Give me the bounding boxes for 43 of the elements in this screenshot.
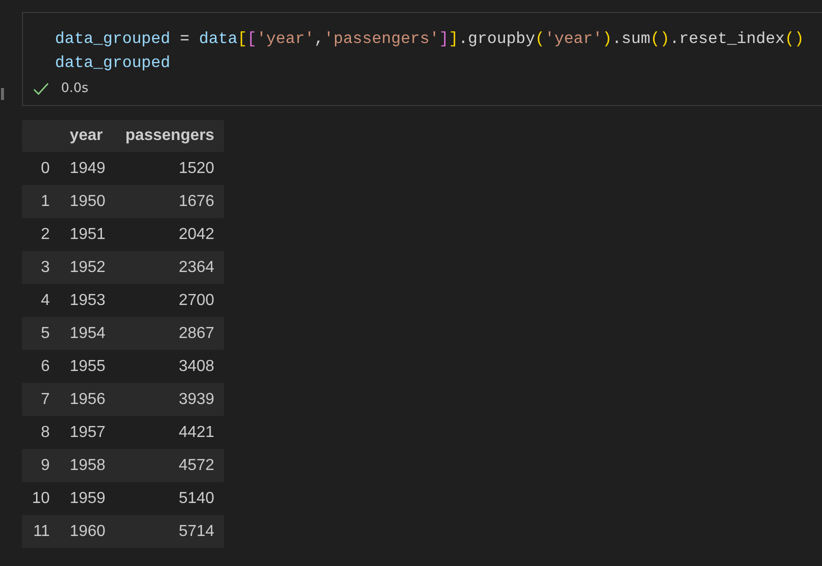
execution-time: 0.0s: [61, 81, 88, 96]
table-cell: 1951: [60, 218, 116, 251]
table-cell: 1955: [60, 350, 116, 383]
row-index: 2: [22, 218, 60, 251]
table-cell: 1950: [60, 185, 116, 218]
table-cell: 4572: [115, 449, 224, 482]
row-index: 0: [22, 152, 60, 185]
table-cell: 2364: [115, 251, 224, 284]
table-cell: 1676: [115, 185, 224, 218]
table-cell: 5140: [115, 482, 224, 515]
table-cell: 1956: [60, 383, 116, 416]
column-header: year: [60, 120, 116, 152]
row-index: 4: [22, 284, 60, 317]
row-index: 3: [22, 251, 60, 284]
code-cell[interactable]: data_grouped = data[['year','passengers']].groupby('year').sum().reset_index() data_grouped 0.0s: [22, 12, 822, 106]
table-cell: 2042: [115, 218, 224, 251]
table-cell: 1954: [60, 317, 116, 350]
table-cell: 4421: [115, 416, 224, 449]
row-index: 8: [22, 416, 60, 449]
table-cell: 5714: [115, 515, 224, 548]
row-index: 10: [22, 482, 60, 515]
table-cell: 1520: [115, 152, 224, 185]
table-cell: 1960: [60, 515, 116, 548]
table-cell: 1949: [60, 152, 116, 185]
table-cell: 1958: [60, 449, 116, 482]
table-cell: 1957: [60, 416, 116, 449]
table-cell: 1959: [60, 482, 116, 515]
table-cell: 2867: [115, 317, 224, 350]
row-index: 9: [22, 449, 60, 482]
row-index: 6: [22, 350, 60, 383]
code-line: data_grouped: [55, 53, 170, 74]
row-index: 11: [22, 515, 60, 548]
table-cell: 1952: [60, 251, 116, 284]
table-cell: 3408: [115, 350, 224, 383]
row-index: 7: [22, 383, 60, 416]
cell-marker: [1, 88, 4, 100]
table-cell: 3939: [115, 383, 224, 416]
code-line: data_grouped = data[['year','passengers']].groupby('year').sum().reset_index(): [55, 29, 804, 50]
table-cell: 2700: [115, 284, 224, 317]
table-cell: 1953: [60, 284, 116, 317]
row-index: 5: [22, 317, 60, 350]
column-header: passengers: [115, 120, 224, 152]
row-index: 1: [22, 185, 60, 218]
